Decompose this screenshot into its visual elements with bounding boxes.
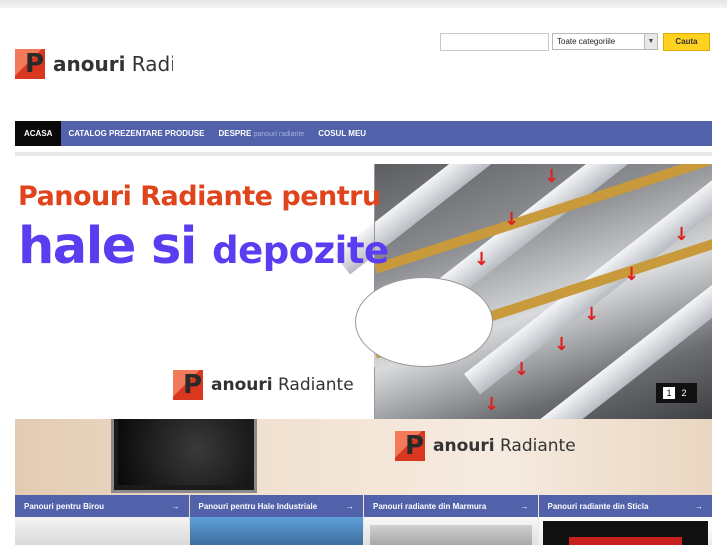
hero-banner[interactable]: ↓ ↓ ↓ ↓ ↓ ↓ ↓ ↓ ↓ Panouri Radiante pentr… <box>15 164 712 419</box>
nav-item-despre[interactable]: DESPRE panouri radiante <box>211 121 311 146</box>
pager-dot-2[interactable]: 2 <box>679 387 690 399</box>
category-select-value: Toate categoriile <box>557 37 616 46</box>
category-image <box>189 517 363 545</box>
banner-heading-line2: hale si depozite <box>18 217 389 276</box>
arrow-right-icon: → <box>346 501 354 511</box>
category-tiles: Panouri pentru Birou → Panouri pentru Hal… <box>15 495 712 545</box>
top-strip <box>0 0 727 8</box>
slider-pager: 1 2 <box>656 383 697 403</box>
category-tile-hale[interactable]: Panouri pentru Hale Industriale → <box>189 495 363 545</box>
category-image <box>538 517 712 545</box>
promo-logo: P anouri Radiante <box>395 431 576 461</box>
site-logo[interactable]: P anouri Radiante <box>15 49 173 79</box>
category-tile-birou[interactable]: Panouri pentru Birou → <box>15 495 189 545</box>
puzzle-piece-shape <box>355 277 493 367</box>
category-image <box>364 517 538 545</box>
banner-logo: P anouri Radiante <box>173 370 354 400</box>
logo-mark-icon: P <box>173 370 203 400</box>
banner-heading-line1: Panouri Radiante pentru <box>18 181 381 212</box>
category-select[interactable]: Toate categoriile ▼ <box>552 33 658 50</box>
logo-mark-icon: P <box>395 431 425 461</box>
logo-mark-icon: P <box>15 49 45 79</box>
search-button[interactable]: Cauta <box>663 33 710 51</box>
category-tile-sticla[interactable]: Panouri radiante din Sticla → <box>538 495 712 545</box>
nav-item-acasa[interactable]: ACASA <box>15 121 62 146</box>
promo-section: P anouri Radiante Panouri pentru Birou → … <box>15 419 712 545</box>
main-nav: ACASA CATALOG PREZENTARE PRODUSE DESPRE … <box>15 121 712 146</box>
nav-item-cosul[interactable]: COSUL MEU <box>311 121 373 146</box>
pager-dot-1[interactable]: 1 <box>663 387 675 399</box>
logo-text: anouri Radiante <box>53 52 173 76</box>
nav-item-catalog[interactable]: CATALOG PREZENTARE PRODUSE <box>61 121 211 146</box>
category-tile-marmura[interactable]: Panouri radiante din Marmura → <box>364 495 538 545</box>
tv-image <box>111 419 257 493</box>
arrow-right-icon: → <box>171 501 180 511</box>
divider <box>15 152 712 156</box>
search-input[interactable] <box>440 33 549 51</box>
chevron-down-icon: ▼ <box>644 34 657 49</box>
arrow-right-icon: → <box>520 501 529 511</box>
category-image <box>15 517 189 545</box>
arrow-right-icon: → <box>695 501 703 511</box>
